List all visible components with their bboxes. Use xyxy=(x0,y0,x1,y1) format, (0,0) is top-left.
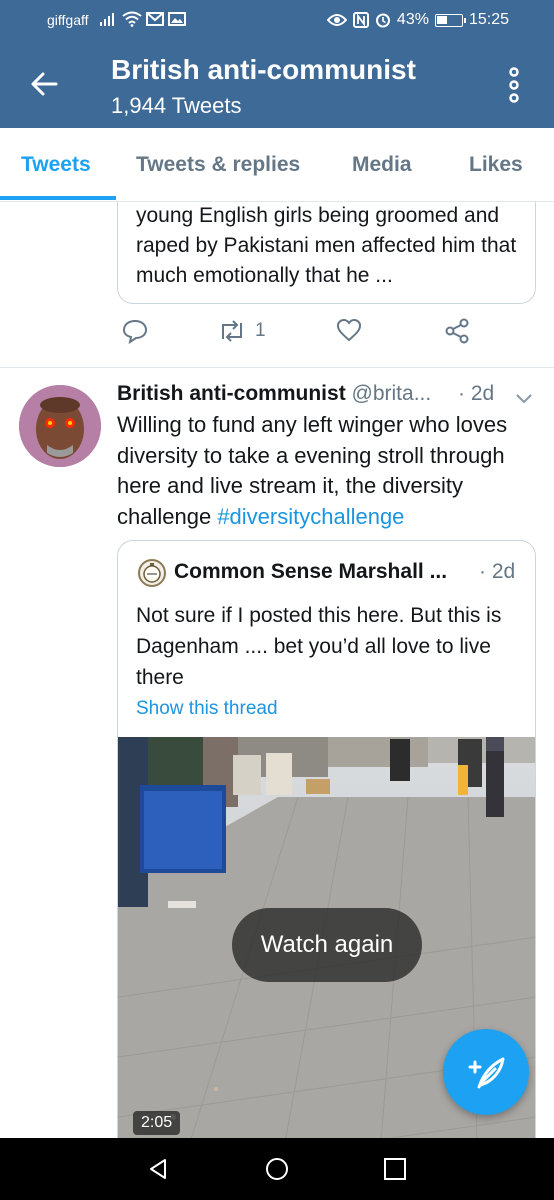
share-icon xyxy=(445,318,469,344)
watch-again-button[interactable]: Watch again xyxy=(232,908,422,982)
nfc-icon xyxy=(352,12,369,28)
author-name[interactable]: British anti-communist xyxy=(117,382,346,405)
previous-tweet-actions: 1 xyxy=(117,318,537,354)
show-thread-link[interactable]: Show this thread xyxy=(136,698,278,720)
quoted-time: · 2d xyxy=(479,560,516,583)
retweet-button[interactable]: 1 xyxy=(217,318,266,344)
compose-feather-icon xyxy=(468,1057,505,1089)
previous-quote-text: young English girls being groomed and ra… xyxy=(136,204,517,287)
top-app-bar: giffgaff 43% 15:25 British anti-communis… xyxy=(0,0,554,128)
tab-likes[interactable]: Likes xyxy=(469,153,523,177)
tab-tweets[interactable]: Tweets xyxy=(21,153,91,177)
avatar-image xyxy=(19,385,101,467)
quoted-avatar xyxy=(138,559,166,587)
retweet-icon xyxy=(222,320,242,342)
eye-icon xyxy=(326,14,347,26)
status-bar: giffgaff 43% 15:25 xyxy=(0,0,554,42)
retweet-count: 1 xyxy=(255,320,266,341)
share-button[interactable] xyxy=(444,318,470,344)
tweet-time: · 2d xyxy=(458,382,495,405)
more-options-icon[interactable] xyxy=(506,67,522,103)
battery-icon xyxy=(434,13,466,27)
active-tab-indicator xyxy=(0,196,116,200)
quoted-author-name: Common Sense Marshall ... xyxy=(174,560,448,583)
nav-recents-icon[interactable] xyxy=(383,1157,407,1181)
quoted-text: Not sure if I posted this here. But this… xyxy=(136,604,502,689)
nav-back-icon[interactable] xyxy=(146,1157,170,1181)
profile-title: British anti-communist xyxy=(111,54,416,85)
tweet-text: Willing to fund any left winger who love… xyxy=(117,410,537,532)
video-duration: 2:05 xyxy=(133,1111,181,1135)
status-right-icons: 43% 15:25 xyxy=(326,11,509,29)
tweet-count: 1,944 Tweets xyxy=(111,93,242,118)
status-left-icons xyxy=(100,11,186,27)
chevron-down-icon[interactable] xyxy=(514,388,534,408)
battery-percent: 43% xyxy=(396,11,429,28)
tab-media[interactable]: Media xyxy=(352,153,412,177)
back-arrow-icon[interactable] xyxy=(28,68,60,100)
system-nav-bar xyxy=(0,1138,554,1200)
reply-icon xyxy=(122,319,148,344)
profile-tabs: Tweets Tweets & replies Media Likes xyxy=(0,128,554,202)
gallery-icon xyxy=(168,12,186,26)
avatar[interactable] xyxy=(19,385,101,467)
reply-button[interactable] xyxy=(122,318,148,344)
tab-tweets-replies[interactable]: Tweets & replies xyxy=(136,153,300,177)
mail-icon xyxy=(146,12,164,26)
nav-home-icon[interactable] xyxy=(265,1157,289,1181)
wifi-icon xyxy=(122,11,142,27)
author-handle[interactable]: @brita... xyxy=(352,382,432,405)
like-button[interactable] xyxy=(336,318,362,342)
carrier-label: giffgaff xyxy=(47,12,89,28)
tweet-divider xyxy=(0,367,554,368)
hashtag-link[interactable]: #diversitychallenge xyxy=(217,504,404,529)
compose-tweet-button[interactable] xyxy=(443,1029,529,1115)
stopwatch-icon xyxy=(143,563,161,583)
signal-icon xyxy=(100,13,114,26)
clock: 15:25 xyxy=(468,11,509,28)
heart-icon xyxy=(336,318,362,342)
alarm-icon xyxy=(375,13,390,28)
